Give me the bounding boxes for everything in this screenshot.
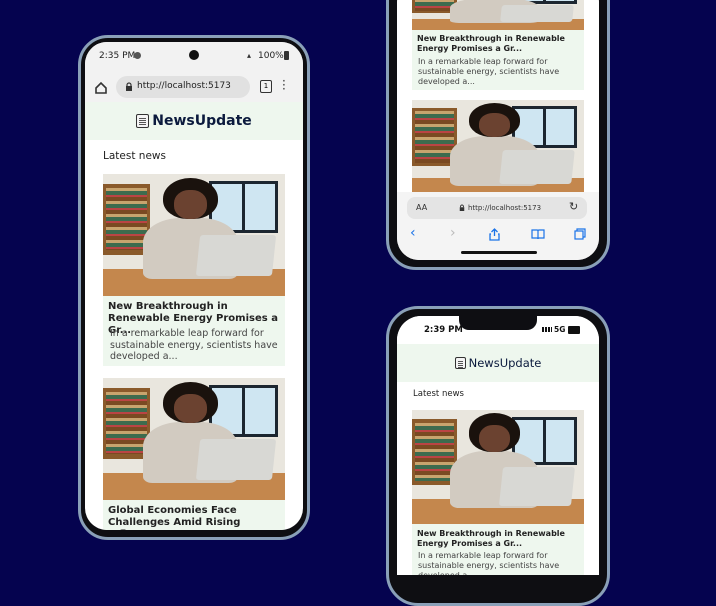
reload-icon[interactable]: ↻: [569, 200, 578, 213]
tab-switcher-button[interactable]: 1: [260, 80, 272, 93]
battery-level: 100%: [258, 51, 284, 61]
article-title[interactable]: New Breakthrough in Renewable Energy Pro…: [417, 34, 577, 53]
article-image: [412, 100, 584, 200]
news-card[interactable]: New Breakthrough in Renewable Energy Pro…: [412, 0, 584, 90]
site-header: NewsUpdate: [85, 102, 303, 140]
wifi-icon: ▴: [247, 51, 252, 60]
status-time: 2:35 PM: [99, 51, 136, 61]
more-options-icon[interactable]: · · ·: [282, 75, 286, 95]
news-card[interactable]: New Breakthrough in Renewable Energy Pro…: [412, 410, 584, 575]
network-label: 5G: [554, 325, 566, 334]
article-title[interactable]: Global Economies Face Challenges Amid Ri…: [108, 505, 280, 530]
section-title: Latest news: [103, 150, 166, 162]
newspaper-icon: [454, 357, 466, 369]
article-image: [412, 0, 584, 30]
article-description: In a remarkable leap forward for sustain…: [418, 551, 560, 575]
article-description: In a remarkable leap forward for sustain…: [418, 57, 560, 86]
signal-icon: [542, 327, 552, 332]
site-header: NewsUpdate: [397, 344, 599, 382]
share-icon[interactable]: [489, 228, 500, 241]
news-card[interactable]: [412, 100, 584, 200]
lock-icon: [126, 82, 132, 91]
lock-icon: [459, 204, 465, 211]
status-bar: 2:39 PM 5G: [397, 316, 599, 344]
battery-icon: [568, 326, 580, 334]
article-image: [103, 174, 285, 296]
article-image: [412, 410, 584, 524]
status-bar: 2:35 PM ▴ 100%: [85, 42, 303, 72]
address-bar[interactable]: AA http://localhost:5173 ↻: [407, 197, 587, 219]
dynamic-island: [459, 316, 537, 330]
iphone-top-screen: New Breakthrough in Renewable Energy Pro…: [397, 0, 599, 260]
article-title[interactable]: New Breakthrough in Renewable Energy Pro…: [417, 529, 577, 548]
safari-toolbar: AA http://localhost:5173 ↻ ‹ ›: [397, 192, 599, 260]
tab-count: 1: [263, 82, 269, 90]
url-text: http://localhost:5173: [137, 81, 231, 91]
home-icon[interactable]: [94, 81, 108, 95]
site-title[interactable]: NewsUpdate: [152, 113, 252, 129]
section-title: Latest news: [413, 389, 464, 399]
newspaper-icon: [136, 114, 150, 128]
article-image: [103, 378, 285, 500]
news-card[interactable]: Global Economies Face Challenges Amid Ri…: [103, 378, 285, 530]
article-description: In a remarkable leap forward for sustain…: [110, 328, 278, 363]
android-screen: 2:35 PM ▴ 100% http://localhost:5173 1 ·…: [85, 42, 303, 530]
tabs-icon[interactable]: [574, 228, 586, 240]
status-time: 2:39 PM: [424, 325, 463, 335]
notification-icon: [134, 52, 141, 59]
camera-punch-hole: [189, 50, 199, 60]
battery-icon: [284, 51, 289, 60]
url-text: http://localhost:5173: [468, 204, 542, 212]
forward-icon[interactable]: ›: [450, 225, 456, 241]
text-size-button[interactable]: AA: [416, 203, 427, 212]
back-icon[interactable]: ‹: [410, 225, 416, 241]
bookmarks-icon[interactable]: [531, 229, 545, 240]
news-card[interactable]: New Breakthrough in Renewable Energy Pro…: [103, 174, 285, 366]
iphone-bottom-screen: 2:39 PM 5G NewsUpdate Latest news New Br…: [397, 316, 599, 575]
home-indicator: [461, 251, 537, 254]
site-title[interactable]: NewsUpdate: [469, 356, 542, 370]
address-bar[interactable]: http://localhost:5173: [116, 76, 250, 98]
